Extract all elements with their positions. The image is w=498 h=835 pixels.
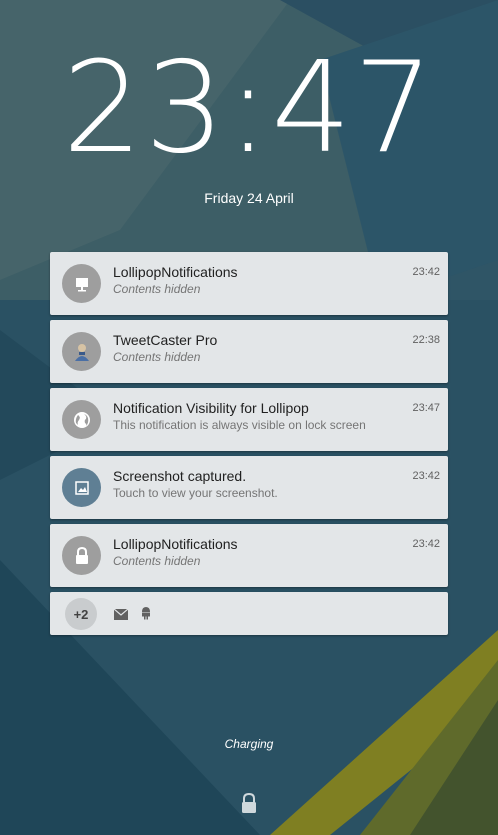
- android-icon: [140, 606, 152, 625]
- presentation-icon: [62, 264, 101, 303]
- notification-time: 22:38: [412, 334, 440, 346]
- notification-card[interactable]: TweetCaster Pro Contents hidden 22:38: [50, 320, 448, 383]
- notification-text: Contents hidden: [113, 554, 201, 568]
- notification-text: This notification is always visible on l…: [113, 418, 366, 432]
- notification-title: LollipopNotifications: [113, 264, 238, 280]
- globe-icon: [62, 400, 101, 439]
- notification-title: Notification Visibility for Lollipop: [113, 400, 309, 416]
- notification-title: LollipopNotifications: [113, 536, 238, 552]
- lockscreen-clock: 23:47: [62, 34, 436, 181]
- notification-time: 23:42: [412, 538, 440, 550]
- notification-text: Contents hidden: [113, 282, 201, 296]
- overflow-count-badge: +2: [65, 598, 97, 630]
- notification-card[interactable]: Notification Visibility for Lollipop Thi…: [50, 388, 448, 451]
- notification-time: 23:47: [412, 402, 440, 414]
- charging-status: Charging: [224, 737, 274, 751]
- notification-card[interactable]: Screenshot captured. Touch to view your …: [50, 456, 448, 519]
- lock-icon[interactable]: [239, 792, 259, 814]
- lock-icon: [62, 536, 101, 575]
- notification-card[interactable]: LollipopNotifications Contents hidden 23…: [50, 252, 448, 315]
- lockscreen-date: Friday 24 April: [204, 190, 294, 206]
- notification-time: 23:42: [412, 470, 440, 482]
- notification-time: 23:42: [412, 266, 440, 278]
- notification-list: LollipopNotifications Contents hidden 23…: [50, 252, 448, 635]
- user-avatar-icon: [62, 332, 101, 371]
- notification-text: Touch to view your screenshot.: [113, 486, 278, 500]
- mail-icon: [113, 607, 129, 625]
- notification-title: Screenshot captured.: [113, 468, 247, 484]
- image-icon: [62, 468, 101, 507]
- overflow-notifications[interactable]: +2: [50, 592, 448, 635]
- notification-text: Contents hidden: [113, 350, 201, 364]
- notification-card[interactable]: LollipopNotifications Contents hidden 23…: [50, 524, 448, 587]
- notification-title: TweetCaster Pro: [113, 332, 218, 348]
